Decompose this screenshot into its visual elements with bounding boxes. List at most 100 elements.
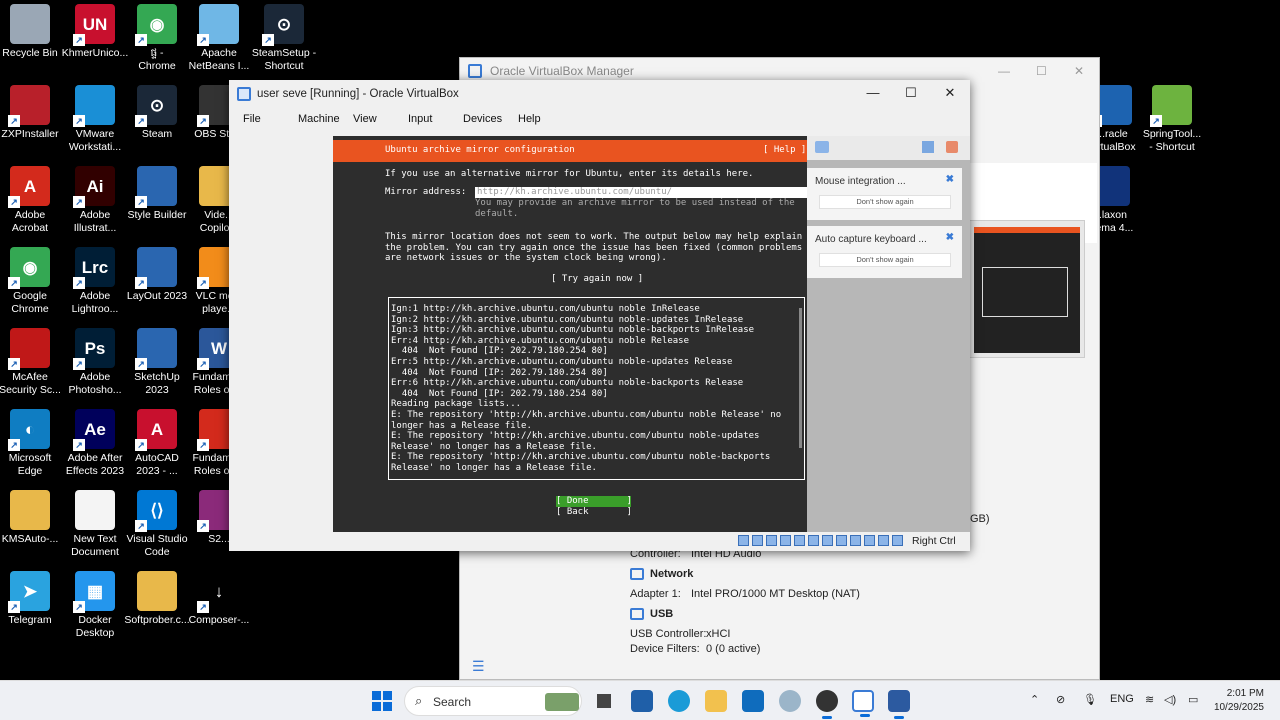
vm-titlebar[interactable]: user seve [Running] - Oracle VirtualBox [229,80,970,108]
detail-row: Adapter 1: Intel PRO/1000 MT Desktop (NAT… [630,588,860,600]
network-off-icon[interactable]: ⊘ [1056,693,1065,706]
minimize-icon[interactable]: — [998,64,1010,78]
menu-machine[interactable]: Machine [298,113,353,125]
mirror-label: Mirror address: [385,187,467,197]
clear-icon[interactable] [946,141,958,153]
menu-view[interactable]: View [353,113,408,125]
desktop-icon[interactable]: McAfee Security Sc... [0,328,66,397]
task-view-icon[interactable] [593,690,615,712]
desktop-icon-label: ZXPInstaller [1,128,59,140]
detail-key: Device Filters: [630,643,700,655]
desktop-icon[interactable]: Apache NetBeans I... [183,4,255,73]
hard-disk-icon [738,535,749,546]
mcafee-icon [8,328,50,370]
folder-icon [137,571,177,611]
menu-help[interactable]: Help [518,113,573,125]
close-icon[interactable]: ✖ [946,232,954,243]
help-button[interactable]: [ Help ] [763,145,806,156]
dont-show-again-button[interactable]: Don't show again [819,195,951,209]
chrome-icon[interactable] [816,690,838,719]
edge-icon[interactable] [668,690,690,712]
close-icon[interactable]: ✖ [946,174,954,185]
virtualbox-vm-taskbar-icon[interactable] [888,690,910,719]
maximize-icon[interactable]: ☐ [901,85,921,101]
try-again-button[interactable]: [ Try again now ] [551,274,643,285]
start-button[interactable] [372,691,392,711]
desktop-icon-label: SpringTool... - Shortcut [1142,128,1202,153]
desktop-icon-label: Apache NetBeans I... [188,47,250,72]
desktop-icon[interactable]: ZXPInstaller [0,85,66,141]
menu-devices[interactable]: Devices [463,113,518,125]
dont-show-again-button[interactable]: Don't show again [819,253,951,267]
desktop-icon[interactable]: ↓Composer-... [183,571,255,627]
zxpinstaller-icon [8,85,50,127]
section-network[interactable]: Network [630,568,693,580]
spring-icon [1150,85,1192,127]
desktop-icon[interactable]: ⊙SteamSetup - Shortcut [248,4,320,73]
battery-icon[interactable]: ▭ [1188,693,1198,706]
security-icon[interactable] [779,690,801,712]
guest-display[interactable]: Ubuntu archive mirror configuration [ He… [333,136,807,532]
telegram-icon: ➤ [8,571,50,613]
usb-icon [630,608,644,620]
virtualbox-manager-taskbar-icon[interactable] [852,690,874,717]
menu-input[interactable]: Input [408,113,463,125]
search-placeholder: Search [433,695,472,709]
after-effects-icon: Ae [73,409,115,451]
desktop-icon[interactable]: ◉Google Chrome [0,247,66,316]
file-explorer-icon[interactable] [705,690,727,712]
steam-icon: ⊙ [262,4,304,46]
notification-panel: Mouse integration ... ✖ Don't show again… [807,136,970,532]
menu-file[interactable]: File [243,113,298,125]
minimize-icon[interactable]: — [863,85,883,100]
desktop-icon[interactable]: ◐Microsoft Edge [0,409,66,478]
desktop-icon[interactable]: SpringTool... - Shortcut [1136,85,1208,154]
done-button[interactable]: [ Done ] [556,496,632,507]
composer-icon: ↓ [197,571,239,613]
desktop-icon-label: Recycle Bin [2,47,58,59]
virtualbox-icon [237,87,251,101]
message-icon[interactable] [815,141,829,153]
maximize-icon[interactable]: ☐ [1036,64,1047,78]
taskbar-search[interactable]: ⌕ Search [404,686,582,716]
photoshop-icon: Ps [73,328,115,370]
store-icon[interactable] [631,690,653,712]
edge-icon: ◐ [8,409,50,451]
usb-icon [794,535,805,546]
vm-window[interactable]: user seve [Running] - Oracle VirtualBox … [229,80,970,551]
section-usb[interactable]: USB [630,608,673,620]
language-indicator[interactable]: ENG [1110,693,1134,705]
device-status-icons[interactable] [738,535,903,546]
sort-icon[interactable] [922,141,934,153]
autocad-icon: A [135,409,177,451]
output-scrollbar[interactable] [799,308,802,448]
clock[interactable]: 2:01 PM 10/29/2025 [1212,687,1264,715]
mirror-hint: You may provide an archive mirror to be … [475,198,795,219]
lightroom-icon: Lrc [73,247,115,289]
wifi-icon[interactable]: ≋ [1145,693,1154,706]
chevron-up-icon[interactable]: ⌃ [1030,693,1039,706]
sketchup-icon [135,328,177,370]
mirror-address-input[interactable]: http://kh.archive.ubuntu.com/ubuntu/ [475,187,807,198]
volume-icon[interactable]: ◁) [1164,693,1176,706]
section-title: USB [650,608,674,620]
recycle-bin-icon [10,4,50,44]
microphone-icon[interactable]: 🎙 [1083,693,1097,706]
desktop-icon-label: Composer-... [188,614,250,626]
outlook-icon[interactable] [742,690,764,712]
output-box[interactable]: Ign:1 http://kh.archive.ubuntu.com/ubunt… [388,297,805,480]
desktop-icon[interactable]: Recycle Bin [0,4,66,60]
desktop-icon[interactable]: ➤Telegram [0,571,66,627]
shared-folder-icon [808,535,819,546]
desktop-icon[interactable]: KMSAuto-... [0,490,66,546]
installer-header: Ubuntu archive mirror configuration [ He… [333,140,807,162]
output-log: Ign:1 http://kh.archive.ubuntu.com/ubunt… [391,304,782,473]
back-button[interactable]: [ Back ] [556,507,632,518]
list-view-icon[interactable]: ☰ [472,658,485,675]
close-icon[interactable]: ✕ [1074,64,1084,78]
chrome-icon: ◉ [135,4,177,46]
virtualbox-icon [468,64,482,78]
close-icon[interactable]: ✕ [940,85,960,101]
desktop-icon[interactable]: AAdobe Acrobat [0,166,66,235]
vm-statusbar: Right Ctrl [229,532,970,551]
